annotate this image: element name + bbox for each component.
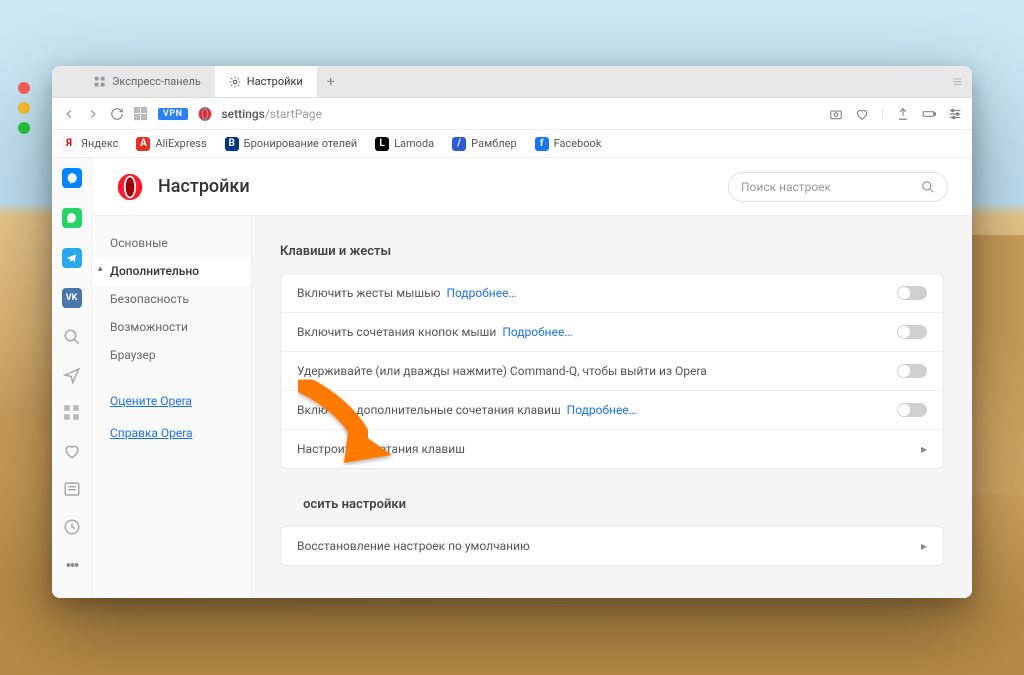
search-input[interactable]: Поиск настроек	[728, 172, 948, 202]
browser-body: VK ••• Настройки Поиск настроек Основные	[52, 158, 972, 598]
bookmark-label: Бронирование отелей	[244, 137, 357, 150]
snapshot-icon[interactable]	[829, 107, 843, 121]
settings-main: Основные Дополнительно Безопасность Возм…	[92, 216, 972, 598]
tab-speed-dial[interactable]: Экспресс-панель	[80, 66, 215, 97]
bookmark-facebook[interactable]: f Facebook	[535, 137, 602, 151]
toggle[interactable]	[897, 364, 927, 378]
minimize-window-icon[interactable]	[18, 102, 30, 114]
heart-icon[interactable]	[63, 442, 81, 460]
chevron-right-icon: ▸	[921, 539, 927, 553]
bookmark-aliexpress[interactable]: A AliExpress	[136, 137, 206, 151]
row-rocker-gestures[interactable]: Включить сочетания кнопок мышиПодробнее…	[281, 313, 943, 352]
tab-label: Настройки	[247, 75, 303, 88]
nav-browser[interactable]: Браузер	[92, 341, 251, 369]
url-field[interactable]: settings/startPage	[222, 107, 820, 121]
nav-advanced[interactable]: Дополнительно	[92, 257, 251, 285]
app-sidebar: VK •••	[52, 158, 92, 598]
whatsapp-icon[interactable]	[62, 208, 82, 228]
lamoda-icon: L	[375, 137, 389, 151]
section-title-reset: Сбросить настройки	[280, 497, 944, 512]
toggle[interactable]	[897, 403, 927, 417]
flow-icon[interactable]	[63, 366, 81, 384]
opera-icon	[198, 107, 212, 121]
bookmark-label: Lamoda	[394, 137, 434, 150]
close-window-icon[interactable]	[18, 82, 30, 94]
vk-icon[interactable]: VK	[62, 288, 82, 308]
rambler-icon: /	[452, 137, 466, 151]
search-placeholder: Поиск настроек	[741, 180, 831, 194]
messenger-icon[interactable]	[62, 168, 82, 188]
learn-more-link[interactable]: Подробнее…	[567, 403, 637, 417]
learn-more-link[interactable]: Подробнее…	[502, 325, 572, 339]
back-icon[interactable]	[62, 107, 76, 121]
nav-basic[interactable]: Основные	[92, 236, 251, 257]
tab-menu-icon[interactable]: ≡	[943, 66, 972, 97]
keys-card: Включить жесты мышьюПодробнее… Включить …	[280, 273, 944, 469]
row-extra-shortcuts[interactable]: Включить дополнительные сочетания клавиш…	[281, 391, 943, 430]
battery-icon[interactable]	[922, 107, 936, 121]
bookmark-yandex[interactable]: Я Яндекс	[62, 137, 118, 151]
section-title-keys: Клавиши и жесты	[280, 244, 944, 259]
gear-icon	[229, 76, 241, 88]
forward-icon[interactable]	[86, 107, 100, 121]
page-title: Настройки	[158, 176, 250, 197]
nav-features[interactable]: Возможности	[92, 313, 251, 341]
search-icon[interactable]	[63, 328, 81, 346]
more-icon[interactable]: •••	[65, 556, 77, 577]
bookmark-label: Рамблер	[471, 137, 516, 150]
browser-window: Экспресс-панель Настройки + ≡ VPN settin…	[52, 66, 972, 598]
facebook-icon: f	[535, 137, 549, 151]
toggle[interactable]	[897, 325, 927, 339]
chevron-right-icon: ▸	[921, 442, 927, 456]
row-restore-defaults[interactable]: Восстановление настроек по умолчанию▸	[281, 527, 943, 565]
reload-icon[interactable]	[110, 107, 124, 121]
toggle[interactable]	[897, 286, 927, 300]
settings-nav: Основные Дополнительно Безопасность Возм…	[92, 216, 252, 598]
booking-icon: B	[225, 137, 239, 151]
macos-window-controls	[18, 82, 30, 134]
speed-dial-icon	[94, 76, 106, 88]
settings-header: Настройки Поиск настроек	[92, 158, 972, 216]
address-bar: VPN settings/startPage |	[52, 98, 972, 130]
speed-dial-icon[interactable]	[63, 404, 81, 422]
bookmark-label: Яндекс	[81, 137, 118, 150]
yandex-icon: Я	[62, 137, 76, 151]
nav-rate[interactable]: Оцените Opera	[92, 387, 251, 415]
learn-more-link[interactable]: Подробнее…	[446, 286, 516, 300]
search-icon	[921, 180, 935, 194]
share-icon[interactable]	[896, 107, 910, 121]
opera-logo-icon	[116, 173, 144, 201]
telegram-icon[interactable]	[62, 248, 82, 268]
tab-settings[interactable]: Настройки	[215, 66, 317, 97]
news-icon[interactable]	[63, 480, 81, 498]
heart-icon[interactable]	[855, 107, 869, 121]
nav-security[interactable]: Безопасность	[92, 285, 251, 313]
aliexpress-icon: A	[136, 137, 150, 151]
bookmark-rambler[interactable]: / Рамблер	[452, 137, 516, 151]
settings-panel[interactable]: Клавиши и жесты Включить жесты мышьюПодр…	[252, 216, 972, 598]
bookmark-label: Facebook	[554, 137, 602, 150]
bookmark-booking[interactable]: B Бронирование отелей	[225, 137, 357, 151]
tab-bar: Экспресс-панель Настройки + ≡	[52, 66, 972, 98]
settings-content: Настройки Поиск настроек Основные Дополн…	[92, 158, 972, 598]
easy-setup-icon[interactable]	[948, 107, 962, 121]
speed-dial-icon[interactable]	[134, 107, 148, 121]
tab-label: Экспресс-панель	[112, 75, 201, 88]
new-tab-button[interactable]: +	[317, 66, 345, 97]
row-command-q[interactable]: Удерживайте (или дважды нажмите) Command…	[281, 352, 943, 391]
bookmarks-bar: Я Яндекс A AliExpress B Бронирование отелей…	[52, 130, 972, 158]
nav-help[interactable]: Справка Opera	[92, 419, 251, 447]
row-configure-shortcuts[interactable]: Настроить сочетания клавиш▸	[281, 430, 943, 468]
bookmark-label: AliExpress	[155, 137, 206, 150]
row-mouse-gestures[interactable]: Включить жесты мышьюПодробнее…	[281, 274, 943, 313]
maximize-window-icon[interactable]	[18, 122, 30, 134]
reset-card: Восстановление настроек по умолчанию▸	[280, 526, 944, 566]
bookmark-lamoda[interactable]: L Lamoda	[375, 137, 434, 151]
vpn-badge[interactable]: VPN	[158, 108, 188, 120]
history-icon[interactable]	[63, 518, 81, 536]
